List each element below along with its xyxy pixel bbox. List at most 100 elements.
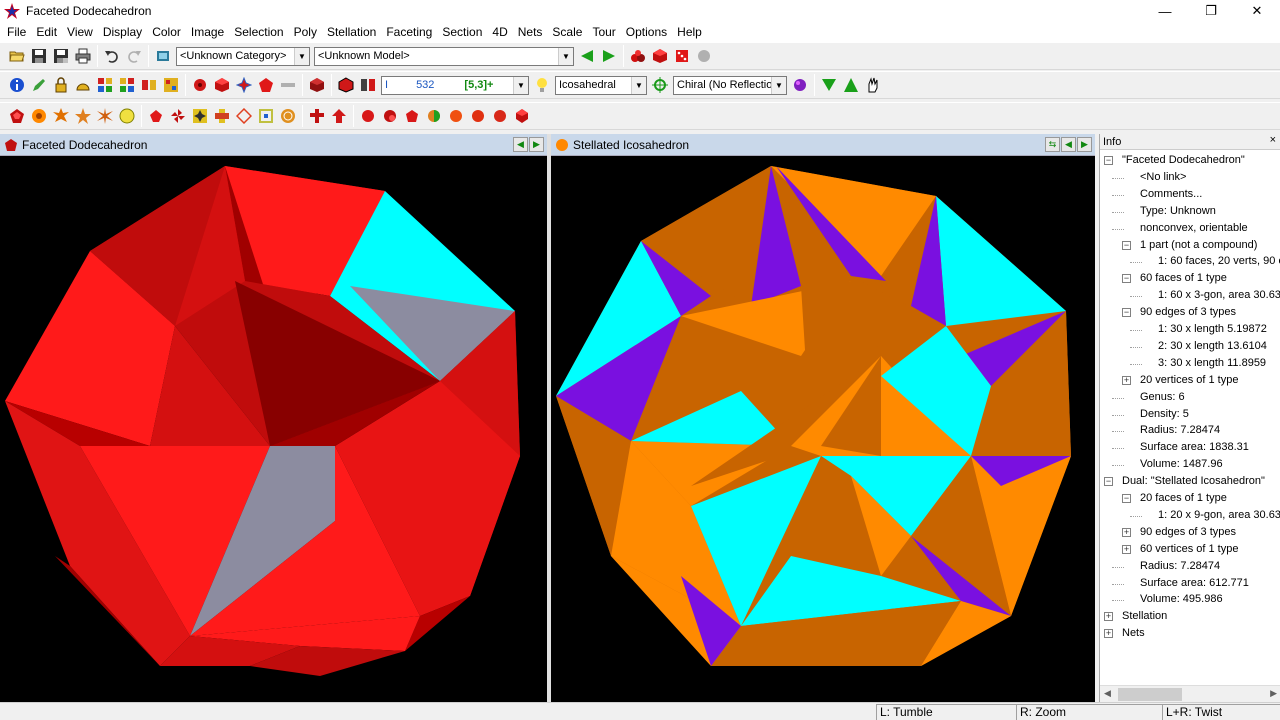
- info-tree-item[interactable]: nonconvex, orientable: [1140, 220, 1248, 237]
- info-tree-item[interactable]: 1: 30 x length 5.19872: [1158, 321, 1267, 338]
- collapse-minus-icon[interactable]: −: [1122, 240, 1131, 250]
- collapse-minus-icon[interactable]: −: [1122, 274, 1131, 284]
- info-tree-item[interactable]: Radius: 7.28474: [1140, 422, 1220, 439]
- dome-icon[interactable]: [73, 75, 93, 95]
- collapse-minus-icon[interactable]: −: [1104, 156, 1113, 165]
- menu-image[interactable]: Image: [186, 22, 229, 42]
- square-frame-icon[interactable]: [256, 106, 276, 126]
- red-gear-icon[interactable]: [190, 75, 210, 95]
- menu-scale[interactable]: Scale: [547, 22, 587, 42]
- scroll-thumb[interactable]: [1118, 688, 1182, 701]
- purple-sphere-icon[interactable]: [790, 75, 810, 95]
- info-tree-item[interactable]: 60 vertices of 1 type: [1140, 541, 1238, 558]
- info-tree-item[interactable]: Volume: 1487.96: [1140, 456, 1223, 473]
- pentagon-small-icon[interactable]: [146, 106, 166, 126]
- info-tree[interactable]: "Faceted Dodecahedron" − <No link> Comments…: [1100, 150, 1280, 684]
- chevron-down-icon[interactable]: ▼: [631, 76, 646, 94]
- pentagon-icon[interactable]: [256, 75, 276, 95]
- menu-nets[interactable]: Nets: [513, 22, 548, 42]
- next-model-icon[interactable]: [599, 46, 619, 66]
- info-tree-item[interactable]: Comments...: [1140, 186, 1202, 203]
- info-icon[interactable]: [7, 75, 27, 95]
- mixed-ball-icon[interactable]: [424, 106, 444, 126]
- expand-plus-icon[interactable]: +: [1122, 544, 1131, 554]
- star-frame-icon[interactable]: [234, 75, 254, 95]
- compound-icon[interactable]: [628, 46, 648, 66]
- bar-disabled-icon[interactable]: [278, 75, 298, 95]
- menu-view[interactable]: View: [62, 22, 98, 42]
- cross-red-icon[interactable]: [307, 106, 327, 126]
- diamond-outline-icon[interactable]: [234, 106, 254, 126]
- arrow-red-icon[interactable]: [329, 106, 349, 126]
- expand-plus-icon[interactable]: +: [1104, 612, 1113, 622]
- edit-pencil-icon[interactable]: [29, 75, 49, 95]
- info-tree-item[interactable]: 20 vertices of 1 type: [1140, 372, 1238, 389]
- info-close-icon[interactable]: ×: [1270, 134, 1276, 146]
- restore-button[interactable]: ❐: [1188, 0, 1234, 22]
- menu-tour[interactable]: Tour: [587, 22, 620, 42]
- orange-ball-1-icon[interactable]: [446, 106, 466, 126]
- disabled-tool-icon[interactable]: [694, 46, 714, 66]
- symmetry-group-combo[interactable]: Icosahedral ▼: [555, 75, 647, 95]
- reflection-mode-combo[interactable]: Chiral (No Reflection) ▼: [673, 75, 787, 95]
- scroll-right-icon[interactable]: ▶: [1270, 688, 1277, 699]
- info-tree-item[interactable]: Stellation: [1122, 608, 1167, 625]
- info-tree-item[interactable]: "Faceted Dodecahedron": [1122, 152, 1245, 169]
- expand-plus-icon[interactable]: +: [1122, 527, 1131, 537]
- menu-faceting[interactable]: Faceting: [381, 22, 437, 42]
- polyhedron-3d-icon[interactable]: [650, 46, 670, 66]
- right-pane-swap-button[interactable]: ⇆: [1045, 137, 1060, 152]
- menu-file[interactable]: File: [2, 22, 31, 42]
- info-tree-item[interactable]: Volume: 495.986: [1140, 591, 1223, 608]
- orange-ball-3-icon[interactable]: [490, 106, 510, 126]
- info-tree-item[interactable]: Genus: 6: [1140, 389, 1185, 406]
- category-combo[interactable]: <Unknown Category> ▼: [176, 46, 310, 66]
- stellated-icosahedron-view[interactable]: [551, 156, 1095, 702]
- model-combo[interactable]: <Unknown Model> ▼: [314, 46, 574, 66]
- info-tree-item[interactable]: 3: 30 x length 11.8959: [1158, 355, 1266, 372]
- burst-orange-icon[interactable]: [95, 106, 115, 126]
- cross-blocks-icon[interactable]: [212, 106, 232, 126]
- collapse-minus-icon[interactable]: −: [1122, 494, 1131, 503]
- split-view-icon[interactable]: [139, 75, 159, 95]
- menu-display[interactable]: Display: [98, 22, 147, 42]
- yellow-sphere-icon[interactable]: [117, 106, 137, 126]
- info-tree-item[interactable]: Nets: [1122, 625, 1145, 642]
- menu-selection[interactable]: Selection: [229, 22, 288, 42]
- info-tree-item[interactable]: 1: 20 x 9-gon, area 30.63: [1158, 507, 1280, 524]
- poly-index-combo[interactable]: I 532 [5,3]+ ▼: [381, 75, 529, 95]
- right-pane-prev-button[interactable]: ◀: [1061, 137, 1076, 152]
- menu-help[interactable]: Help: [672, 22, 707, 42]
- info-tree-item[interactable]: Surface area: 612.771: [1140, 575, 1249, 592]
- quad-view-icon[interactable]: [161, 75, 181, 95]
- collapse-minus-icon[interactable]: −: [1104, 477, 1113, 487]
- info-tree-item[interactable]: 90 edges of 3 types: [1140, 524, 1236, 541]
- menu-stellation[interactable]: Stellation: [322, 22, 381, 42]
- expand-plus-icon[interactable]: +: [1122, 375, 1131, 385]
- collapse-minus-icon[interactable]: −: [1122, 308, 1131, 318]
- box-icon[interactable]: [307, 75, 327, 95]
- redo-icon[interactable]: [124, 46, 144, 66]
- left-pane-prev-button[interactable]: ◀: [513, 137, 528, 152]
- info-horizontal-scrollbar[interactable]: ◀ ▶: [1100, 685, 1280, 702]
- print-icon[interactable]: [73, 46, 93, 66]
- info-tree-item[interactable]: 20 faces of 1 type: [1140, 490, 1227, 507]
- save-as-icon[interactable]: [51, 46, 71, 66]
- chevron-down-icon[interactable]: ▼: [558, 47, 573, 65]
- info-tree-item[interactable]: 1: 60 faces, 20 verts, 90 e: [1158, 253, 1280, 270]
- grid-view-alt-icon[interactable]: [117, 75, 137, 95]
- info-tree-item[interactable]: <No link>: [1140, 169, 1186, 186]
- expand-plus-icon[interactable]: +: [1104, 629, 1113, 639]
- right-pane-next-button[interactable]: ▶: [1077, 137, 1092, 152]
- hand-icon[interactable]: [863, 75, 883, 95]
- info-tree-item[interactable]: 60 faces of 1 type: [1140, 270, 1227, 287]
- dice-icon[interactable]: [672, 46, 692, 66]
- menu-4d[interactable]: 4D: [487, 22, 512, 42]
- info-tree-item[interactable]: Dual: "Stellated Icosahedron": [1122, 473, 1265, 490]
- minimize-button[interactable]: —: [1142, 0, 1188, 22]
- red-ball-2-icon[interactable]: [380, 106, 400, 126]
- multi-view-icon[interactable]: [358, 75, 378, 95]
- crosshair-icon[interactable]: [650, 75, 670, 95]
- lock-icon[interactable]: [51, 75, 71, 95]
- library-icon[interactable]: [153, 46, 173, 66]
